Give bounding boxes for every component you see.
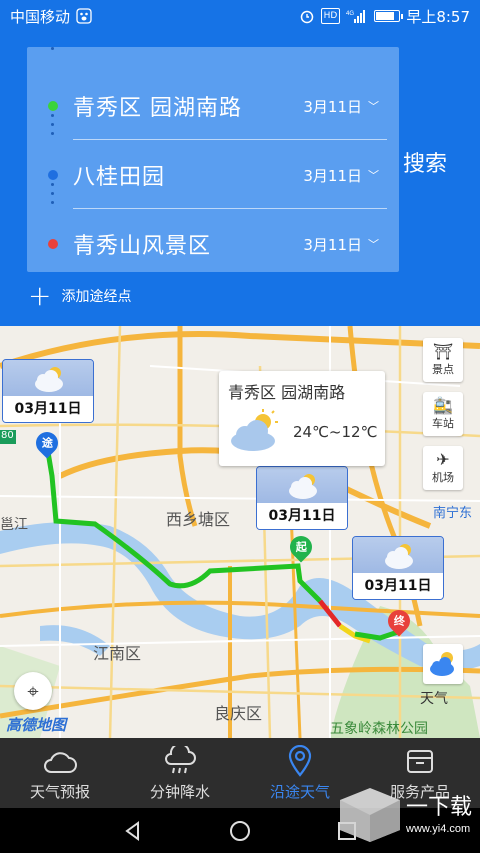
status-bar: 中国移动 HD 4G 早上8:57	[0, 0, 480, 32]
partly-cloudy-icon	[289, 474, 317, 499]
scenic-label: 景点	[432, 363, 454, 376]
scenic-spots-button[interactable]: ⛩ 景点	[423, 338, 463, 382]
chevron-down-icon: ﹀	[368, 238, 379, 251]
route-stop-name: 青秀山风景区	[73, 234, 212, 259]
popup-temperature: 24℃~12℃	[293, 423, 378, 441]
partly-cloudy-icon	[385, 544, 413, 569]
home-icon[interactable]	[229, 820, 251, 842]
map-label-wuxiangling: 五象岭森林公园	[330, 721, 428, 737]
tab-forecast[interactable]: 天气预报	[0, 738, 120, 808]
hd-icon: HD	[320, 8, 341, 24]
route-connector	[51, 47, 55, 56]
carrier-label: 中国移动	[10, 7, 71, 26]
map-label-jiangnan: 江南区	[93, 644, 142, 663]
route-stop-date[interactable]: 3月11日 ﹀	[303, 234, 379, 255]
station-button[interactable]: 🚉 车站	[423, 392, 463, 436]
plus-icon: +	[28, 279, 52, 312]
route-stop-name: 青秀区 园湖南路	[73, 96, 242, 121]
route-stop-origin[interactable]: 青秀区 园湖南路 3月11日 ﹀	[27, 72, 399, 140]
add-waypoint-label: 添加途经点	[61, 289, 132, 305]
route-stop-name: 八桂田园	[73, 165, 166, 190]
route-stop-waypoint[interactable]: 八桂田园 3月11日 ﹀	[27, 141, 399, 209]
road-number-label: 80	[1, 430, 14, 441]
popup-location: 青秀区 园湖南路	[228, 383, 346, 402]
svg-text:一下载: 一下载	[406, 795, 472, 820]
tab-label: 分钟降水	[149, 782, 210, 801]
station-label: 车站	[432, 417, 454, 430]
map-label-nanning-east: 南宁东	[433, 506, 473, 521]
location-pin-icon	[288, 744, 312, 777]
cloud-icon	[44, 751, 77, 773]
svg-text:4G: 4G	[346, 11, 354, 17]
route-stop-destination[interactable]: 青秀山风景区 3月11日 ﹀	[27, 210, 399, 278]
box-icon	[407, 749, 433, 773]
map-label-liangqing: 良庆区	[214, 704, 263, 723]
add-waypoint-button[interactable]: + 添加途经点	[28, 279, 132, 312]
locate-button[interactable]: ⌖	[14, 672, 52, 710]
route-panel: 青秀区 园湖南路 3月11日 ﹀ 八桂田园 3月11日 ﹀ 青秀山风景区 3月11日…	[27, 47, 399, 272]
chevron-down-icon: ﹀	[368, 100, 379, 113]
map-label-xixiangtang: 西乡塘区	[166, 510, 231, 529]
search-button[interactable]: 搜索	[403, 146, 447, 178]
map-label-yongjiang: 邕江	[0, 517, 28, 533]
signal-icon: 4G	[346, 8, 368, 24]
partly-cloudy-icon	[35, 367, 63, 392]
weather-layer-label: 天气	[420, 691, 448, 707]
gate-icon: ⛩	[432, 342, 454, 361]
route-header: 青秀区 园湖南路 3月11日 ﹀ 八桂田园 3月11日 ﹀ 青秀山风景区 3月11日…	[0, 32, 480, 326]
crosshair-icon: ⌖	[27, 679, 39, 703]
route-weather-card[interactable]: 03月11日	[256, 466, 348, 530]
weather-card-date: 03月11日	[353, 573, 443, 599]
route-weather-card[interactable]: 03月11日	[352, 536, 444, 600]
route-stop-date[interactable]: 3月11日 ﹀	[303, 96, 379, 117]
tab-label: 沿途天气	[269, 782, 330, 801]
tab-label: 天气预报	[29, 782, 90, 801]
route-connector	[51, 183, 55, 210]
back-icon[interactable]	[122, 820, 144, 842]
status-time: 早上8:57	[406, 7, 470, 26]
divider	[73, 208, 387, 209]
alarm-icon	[299, 8, 315, 24]
battery-icon	[374, 10, 404, 22]
origin-dot-icon	[48, 101, 58, 111]
partly-cloudy-icon	[231, 409, 278, 451]
divider	[73, 139, 387, 140]
map-view[interactable]: 西乡塘区 江南区 良庆区 五象岭森林公园 南宁东 邕江 80 03月11日 03…	[0, 326, 480, 738]
airport-label: 机场	[432, 471, 454, 484]
weather-layer-button[interactable]	[423, 644, 463, 684]
route-weather-card[interactable]: 03月11日	[2, 359, 94, 423]
tab-minute-rain[interactable]: 分钟降水	[120, 738, 240, 808]
weather-card-date: 03月11日	[3, 396, 93, 422]
route-stop-date[interactable]: 3月11日 ﹀	[303, 165, 379, 186]
destination-dot-icon	[48, 239, 58, 249]
route-connector	[51, 114, 55, 141]
rain-cloud-icon	[165, 745, 196, 773]
paw-icon	[76, 8, 92, 24]
chevron-down-icon: ﹀	[368, 169, 379, 182]
watermark-logo: 一下载 www.yi4.com	[340, 788, 472, 842]
weather-popup[interactable]: 青秀区 园湖南路 24℃~12℃	[219, 371, 385, 466]
waypoint-dot-icon	[48, 170, 58, 180]
amap-logo: 高德地图	[6, 716, 67, 734]
partly-cloudy-icon	[430, 652, 454, 676]
svg-text:www.yi4.com: www.yi4.com	[405, 823, 470, 835]
weather-card-date: 03月11日	[257, 503, 347, 529]
airport-button[interactable]: ✈ 机场	[423, 446, 463, 490]
train-icon: 🚉	[433, 396, 453, 415]
watermark: 一下载 www.yi4.com	[330, 780, 480, 853]
plane-icon: ✈	[436, 450, 450, 469]
